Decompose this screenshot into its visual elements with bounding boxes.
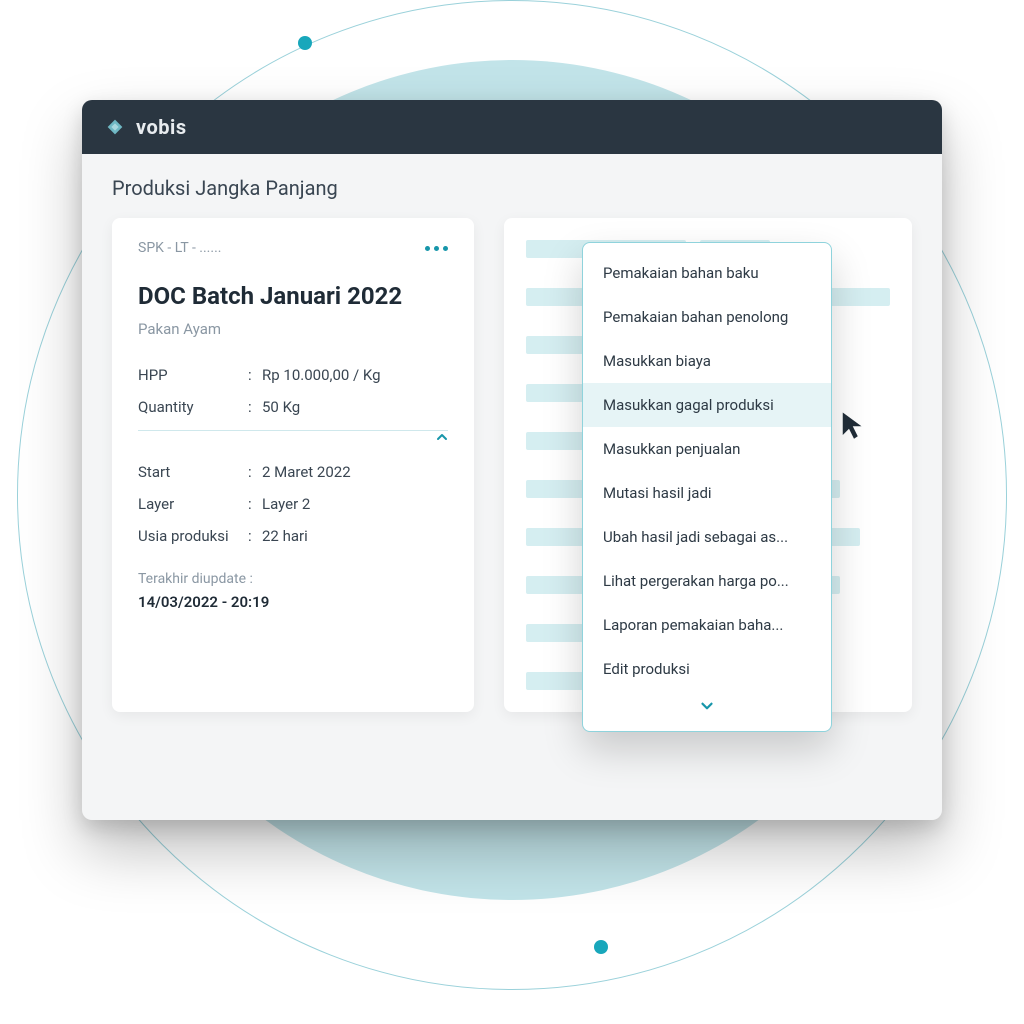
kv-key: Quantity bbox=[138, 398, 248, 416]
kv-row: HPP : Rp 10.000,00 / Kg bbox=[138, 366, 448, 384]
kv-key: HPP bbox=[138, 366, 248, 384]
actions-menu: Pemakaian bahan baku Pemakaian bahan pen… bbox=[582, 242, 832, 732]
card-subtitle: Pakan Ayam bbox=[138, 320, 448, 338]
updated-timestamp: 14/03/2022 - 20:19 bbox=[138, 593, 448, 611]
card-footer: Terakhir diupdate : 14/03/2022 - 20:19 bbox=[138, 571, 448, 611]
card-id-label: SPK - LT - ...... bbox=[138, 240, 221, 256]
kv-value: 50 Kg bbox=[262, 398, 300, 416]
app-window: vobis Produksi Jangka Panjang SPK - LT -… bbox=[82, 100, 942, 820]
kv-row: Quantity : 50 Kg bbox=[138, 398, 448, 416]
decorative-dot bbox=[298, 36, 312, 50]
cursor-icon bbox=[839, 410, 869, 444]
menu-item[interactable]: Lihat pergerakan harga po... bbox=[583, 559, 831, 603]
kv-row: Start : 2 Maret 2022 bbox=[138, 463, 448, 481]
kv-value: 22 hari bbox=[262, 527, 308, 545]
kv-key: Layer bbox=[138, 495, 248, 513]
kv-key: Usia produksi bbox=[138, 527, 248, 545]
chevron-up-icon[interactable] bbox=[434, 429, 450, 449]
menu-item[interactable]: Laporan pemakaian baha... bbox=[583, 603, 831, 647]
updated-label: Terakhir diupdate : bbox=[138, 571, 448, 587]
menu-item[interactable]: Edit produksi bbox=[583, 647, 831, 691]
decorative-dot bbox=[594, 940, 608, 954]
menu-item[interactable]: Pemakaian bahan baku bbox=[583, 251, 831, 295]
menu-item-selected[interactable]: Masukkan gagal produksi bbox=[583, 383, 831, 427]
page-title: Produksi Jangka Panjang bbox=[82, 154, 942, 218]
menu-item[interactable]: Mutasi hasil jadi bbox=[583, 471, 831, 515]
menu-item[interactable]: Masukkan penjualan bbox=[583, 427, 831, 471]
brand-name: vobis bbox=[136, 115, 187, 139]
kv-value: Layer 2 bbox=[262, 495, 310, 513]
divider bbox=[138, 430, 448, 431]
kv-value: Rp 10.000,00 / Kg bbox=[262, 366, 381, 384]
card-detail-section: Start : 2 Maret 2022 Layer : Layer 2 Usi… bbox=[138, 463, 448, 545]
titlebar: vobis bbox=[82, 100, 942, 154]
kv-value: 2 Maret 2022 bbox=[262, 463, 351, 481]
kv-key: Start bbox=[138, 463, 248, 481]
kv-row: Usia produksi : 22 hari bbox=[138, 527, 448, 545]
card-title: DOC Batch Januari 2022 bbox=[138, 282, 448, 310]
logo-icon bbox=[104, 116, 126, 138]
kv-row: Layer : Layer 2 bbox=[138, 495, 448, 513]
menu-scroll-down[interactable] bbox=[583, 691, 831, 729]
more-actions-button[interactable] bbox=[425, 246, 448, 251]
menu-item[interactable]: Pemakaian bahan penolong bbox=[583, 295, 831, 339]
menu-item[interactable]: Ubah hasil jadi sebagai as... bbox=[583, 515, 831, 559]
production-card: SPK - LT - ...... DOC Batch Januari 2022… bbox=[112, 218, 474, 712]
menu-item[interactable]: Masukkan biaya bbox=[583, 339, 831, 383]
card-summary-section: HPP : Rp 10.000,00 / Kg Quantity : 50 Kg bbox=[138, 366, 448, 416]
